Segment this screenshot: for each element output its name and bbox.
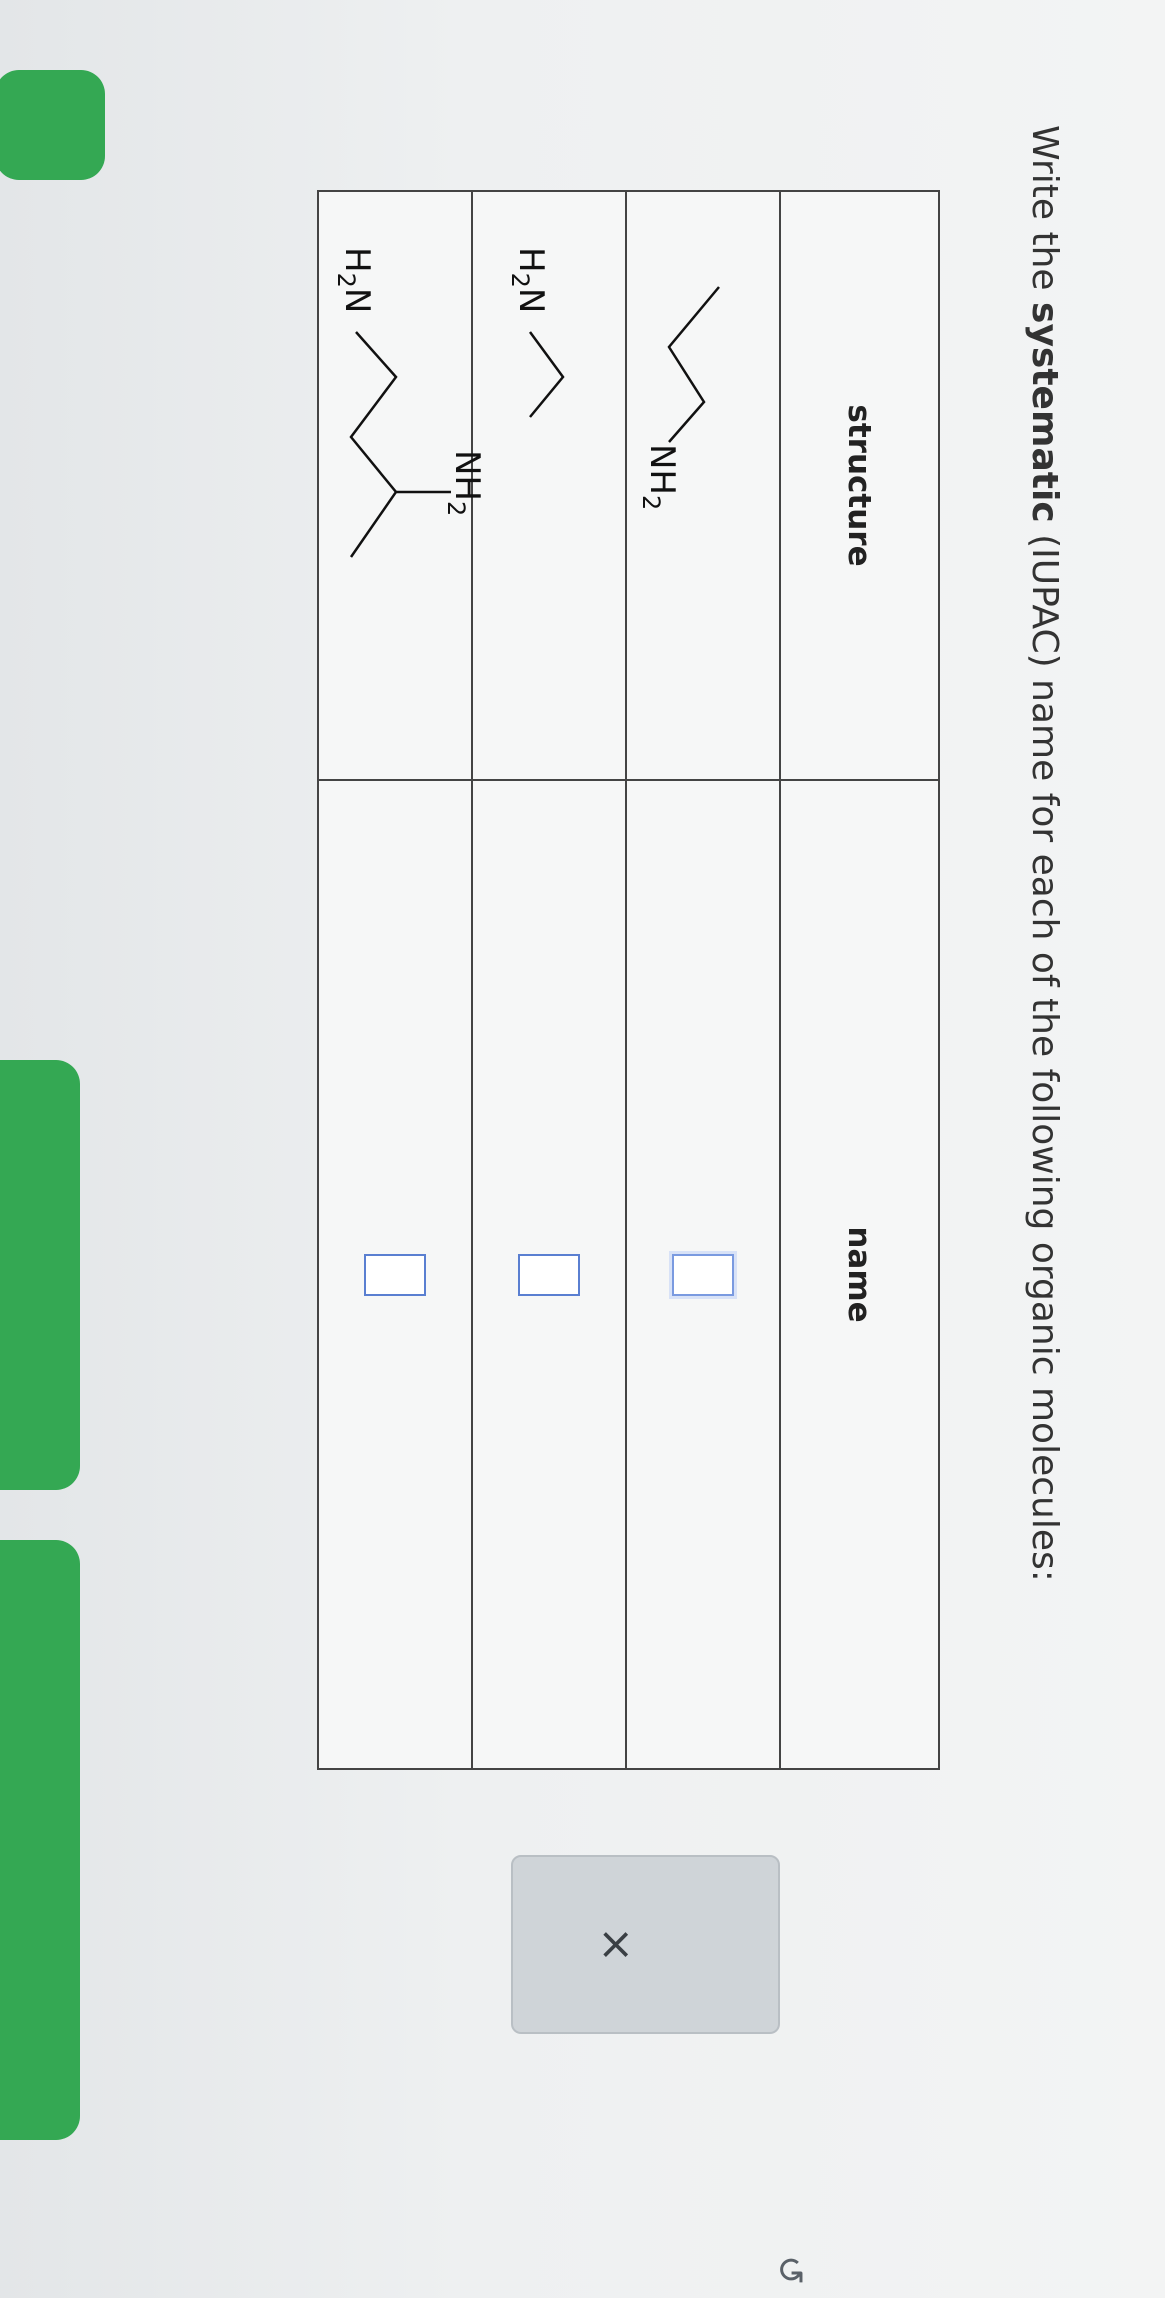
decorative-green-tab	[0, 70, 105, 180]
name-cell-2	[472, 780, 626, 1769]
amine-group-label: H2N	[506, 247, 551, 313]
prompt-prefix: Write the	[1024, 125, 1065, 303]
answer-input-1[interactable]	[672, 1253, 734, 1296]
answer-input-2[interactable]	[518, 1253, 580, 1296]
header-structure: structure	[780, 191, 939, 780]
structure-cell-1: NH2	[626, 191, 780, 780]
molecule-table: structure name NH2 H2N H2N NH2	[317, 190, 940, 1770]
molecule-2-structure: H2N	[506, 247, 565, 418]
structure-cell-2: H2N	[472, 191, 626, 780]
clear-button[interactable]: ×	[513, 1857, 778, 2032]
table-header-row: structure name	[780, 191, 939, 1769]
decorative-green-tab	[0, 1540, 80, 2140]
decorative-green-tab	[0, 1060, 80, 1490]
table-row: H2N NH2	[318, 191, 487, 1769]
amine-group-label: H2N	[332, 247, 377, 313]
name-cell-3	[318, 780, 472, 1769]
prompt-bold: systematic	[1024, 302, 1065, 523]
answer-input-3[interactable]	[364, 1253, 426, 1296]
name-cell-1	[626, 780, 780, 1769]
undo-icon[interactable]: ↺	[769, 2255, 810, 2285]
stage: Write the systematic (IUPAC) name for ea…	[0, 0, 1165, 2298]
molecule-1-structure: NH2	[637, 286, 720, 510]
header-name: name	[780, 780, 939, 1769]
molecule-3-structure: H2N NH2	[332, 247, 487, 558]
side-panel: ×	[511, 1855, 780, 2034]
structure-cell-3: H2N NH2	[318, 191, 487, 780]
table-row: NH2	[626, 191, 780, 1769]
amine-group-label: NH2	[637, 444, 682, 510]
prompt-suffix: (IUPAC) name for each of the following o…	[1024, 522, 1065, 1582]
table-row: H2N	[472, 191, 626, 1769]
question-prompt: Write the systematic (IUPAC) name for ea…	[1024, 125, 1065, 1582]
